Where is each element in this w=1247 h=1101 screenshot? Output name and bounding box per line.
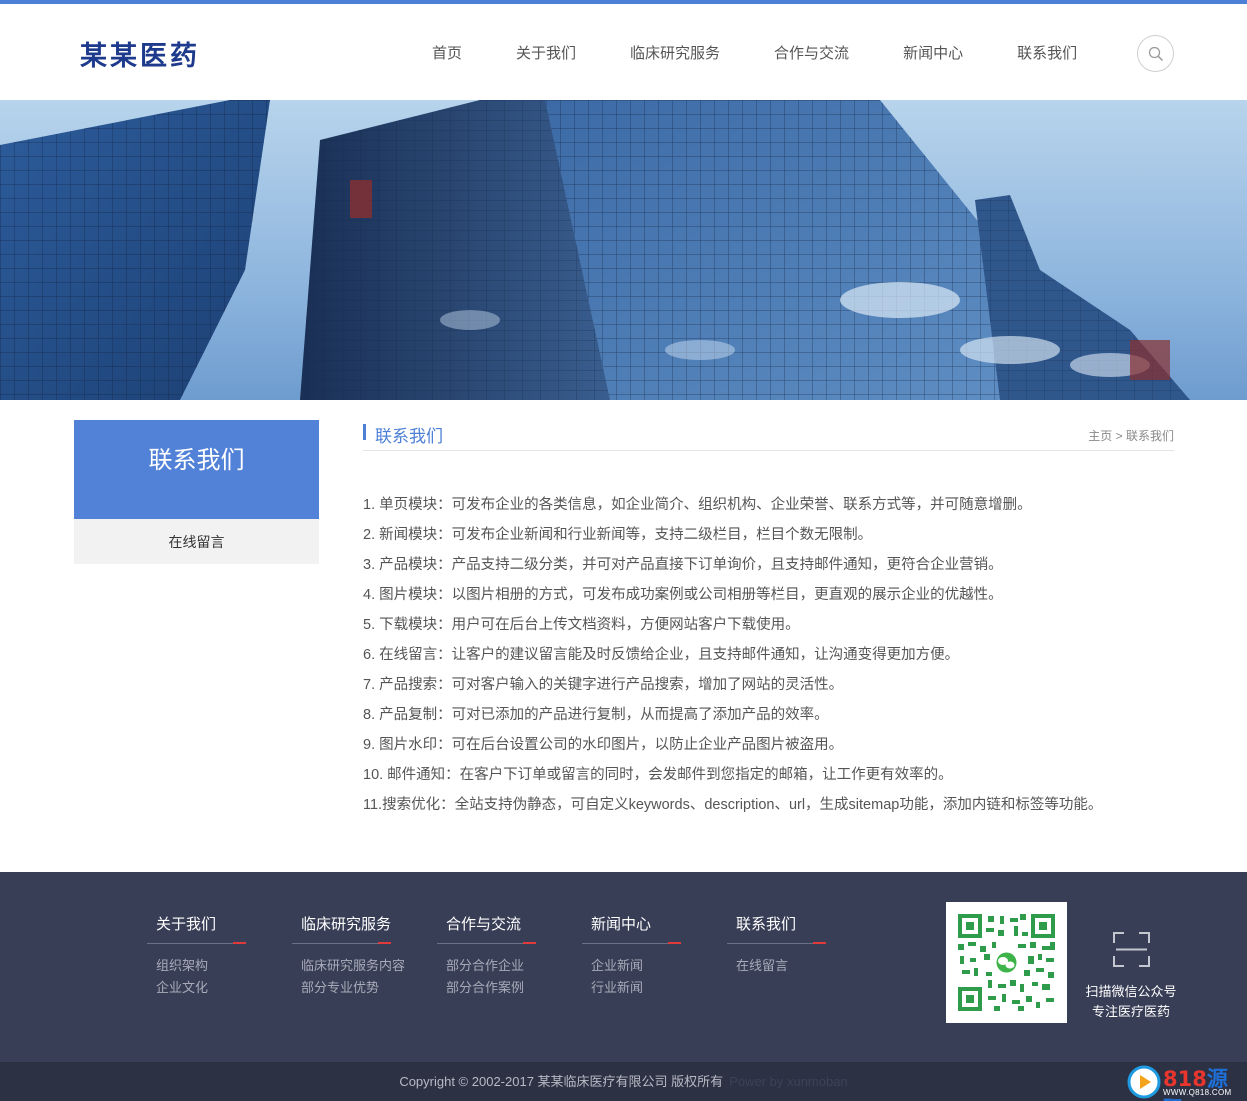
article-paragraph: 1. 单页模块：可发布企业的各类信息，如企业简介、组织机构、企业荣誉、联系方式等… — [363, 497, 1032, 513]
footer-column-news: 新闻中心 企业新闻 行业新闻 — [582, 913, 681, 999]
breadcrumb-current[interactable]: 联系我们 — [1126, 429, 1174, 443]
footer-column-contact: 联系我们 在线留言 — [727, 913, 826, 977]
article-paragraph: 8. 产品复制：可对已添加的产品进行复制，从而提高了添加产品的效率。 — [363, 707, 829, 723]
watermark-url: WWW.Q818.COM — [1163, 1088, 1232, 1097]
play-logo-icon — [1127, 1065, 1161, 1099]
article-paragraph: 5. 下载模块：用户可在后台上传文档资料，方便网站客户下载使用。 — [363, 617, 800, 633]
article-paragraph: 2. 新闻模块：可发布企业新闻和行业新闻等，支持二级栏目，栏目个数无限制。 — [363, 527, 873, 543]
qr-code-icon — [958, 914, 1055, 1011]
wechat-qr-code — [946, 902, 1067, 1023]
breadcrumb: 主页 > 联系我们 — [1088, 427, 1174, 444]
nav-item-home[interactable]: 首页 — [405, 42, 489, 63]
footer: 关于我们 组织架构 企业文化 临床研究服务 临床研究服务内容 部分专业优势 合作… — [0, 872, 1247, 1062]
article-paragraph: 10. 邮件通知：在客户下订单或留言的同时，会发邮件到您指定的邮箱，让工作更有效… — [363, 767, 953, 783]
copyright-text: Copyright © 2002-2017 某某临床医疗有限公司 版权所有 — [399, 1074, 724, 1089]
footer-column-title[interactable]: 新闻中心 — [582, 913, 681, 944]
footer-column-title[interactable]: 联系我们 — [727, 913, 826, 944]
qr-caption-line1: 扫描微信公众号 — [1085, 984, 1177, 999]
breadcrumb-home[interactable]: 主页 — [1088, 429, 1112, 443]
article-body: 1. 单页模块：可发布企业的各类信息，如企业简介、组织机构、企业荣誉、联系方式等… — [363, 490, 1174, 820]
footer-link[interactable]: 在线留言 — [736, 955, 826, 977]
qr-caption-line2: 专注医疗医药 — [1091, 1004, 1170, 1019]
scan-icon — [1113, 932, 1150, 967]
footer-link[interactable]: 企业新闻 — [591, 955, 681, 977]
hero-banner — [0, 100, 1247, 400]
search-icon — [1148, 46, 1164, 62]
footer-column-cooperation: 合作与交流 部分合作企业 部分合作案例 — [437, 913, 536, 999]
site-logo[interactable]: 某某医药 — [80, 34, 200, 73]
main-nav: 首页 关于我们 临床研究服务 合作与交流 新闻中心 联系我们 — [405, 42, 1104, 63]
sidebar-item-online-message[interactable]: 在线留言 — [74, 519, 319, 564]
footer-link[interactable]: 临床研究服务内容 — [301, 955, 405, 977]
footer-link[interactable]: 部分合作案例 — [446, 977, 536, 999]
copyright-bar: Copyright © 2002-2017 某某临床医疗有限公司 版权所有 Pow… — [0, 1062, 1247, 1101]
nav-item-contact[interactable]: 联系我们 — [990, 42, 1104, 63]
nav-item-news[interactable]: 新闻中心 — [876, 42, 990, 63]
breadcrumb-separator: > — [1115, 429, 1123, 443]
page-title: 联系我们 — [375, 427, 443, 446]
article-paragraph: 6. 在线留言：让客户的建议留言能及时反馈给企业，且支持邮件通知，让沟通变得更加… — [363, 647, 960, 663]
powered-by-text: Power by xunmoban — [729, 1074, 848, 1089]
article-paragraph: 4. 图片模块：以图片相册的方式，可发布成功案例或公司相册等栏目，更直观的展示企… — [363, 587, 1003, 603]
nav-item-about[interactable]: 关于我们 — [489, 42, 603, 63]
banner-buildings-image — [0, 100, 1190, 400]
header: 某某医药 首页 关于我们 临床研究服务 合作与交流 新闻中心 联系我们 — [0, 4, 1247, 100]
content-header: 联系我们 主页 > 联系我们 — [363, 420, 1174, 451]
article-paragraph: 9. 图片水印：可在后台设置公司的水印图片，以防止企业产品图片被盗用。 — [363, 737, 844, 753]
site-watermark: 818源码 WWW.Q818.COM — [1127, 1062, 1247, 1101]
sidebar: 联系我们 在线留言 — [74, 420, 319, 564]
footer-column-title[interactable]: 合作与交流 — [437, 913, 536, 944]
article-paragraph: 3. 产品模块：产品支持二级分类，并可对产品直接下订单询价，且支持邮件通知，更符… — [363, 557, 1003, 573]
nav-item-cooperation[interactable]: 合作与交流 — [747, 42, 876, 63]
search-button[interactable] — [1137, 35, 1174, 72]
footer-link[interactable]: 行业新闻 — [591, 977, 681, 999]
title-accent-bar — [363, 424, 366, 440]
main-content: 联系我们 主页 > 联系我们 1. 单页模块：可发布企业的各类信息，如企业简介、… — [363, 420, 1174, 820]
footer-column-title[interactable]: 临床研究服务 — [292, 913, 391, 944]
article-paragraph: 11.搜索优化：全站支持伪静态，可自定义keywords、description… — [363, 797, 1103, 813]
footer-link[interactable]: 部分合作企业 — [446, 955, 536, 977]
footer-column-title[interactable]: 关于我们 — [147, 913, 246, 944]
footer-link[interactable]: 企业文化 — [156, 977, 246, 999]
nav-item-clinical[interactable]: 临床研究服务 — [603, 42, 747, 63]
footer-link[interactable]: 组织架构 — [156, 955, 246, 977]
qr-caption: 扫描微信公众号 专注医疗医药 — [1080, 982, 1182, 1022]
footer-column-clinical: 临床研究服务 临床研究服务内容 部分专业优势 — [292, 913, 405, 999]
footer-link[interactable]: 部分专业优势 — [301, 977, 391, 999]
article-paragraph: 7. 产品搜索：可对客户输入的关键字进行产品搜索，增加了网站的灵活性。 — [363, 677, 844, 693]
footer-column-about: 关于我们 组织架构 企业文化 — [147, 913, 246, 999]
sidebar-title: 联系我们 — [74, 420, 319, 519]
